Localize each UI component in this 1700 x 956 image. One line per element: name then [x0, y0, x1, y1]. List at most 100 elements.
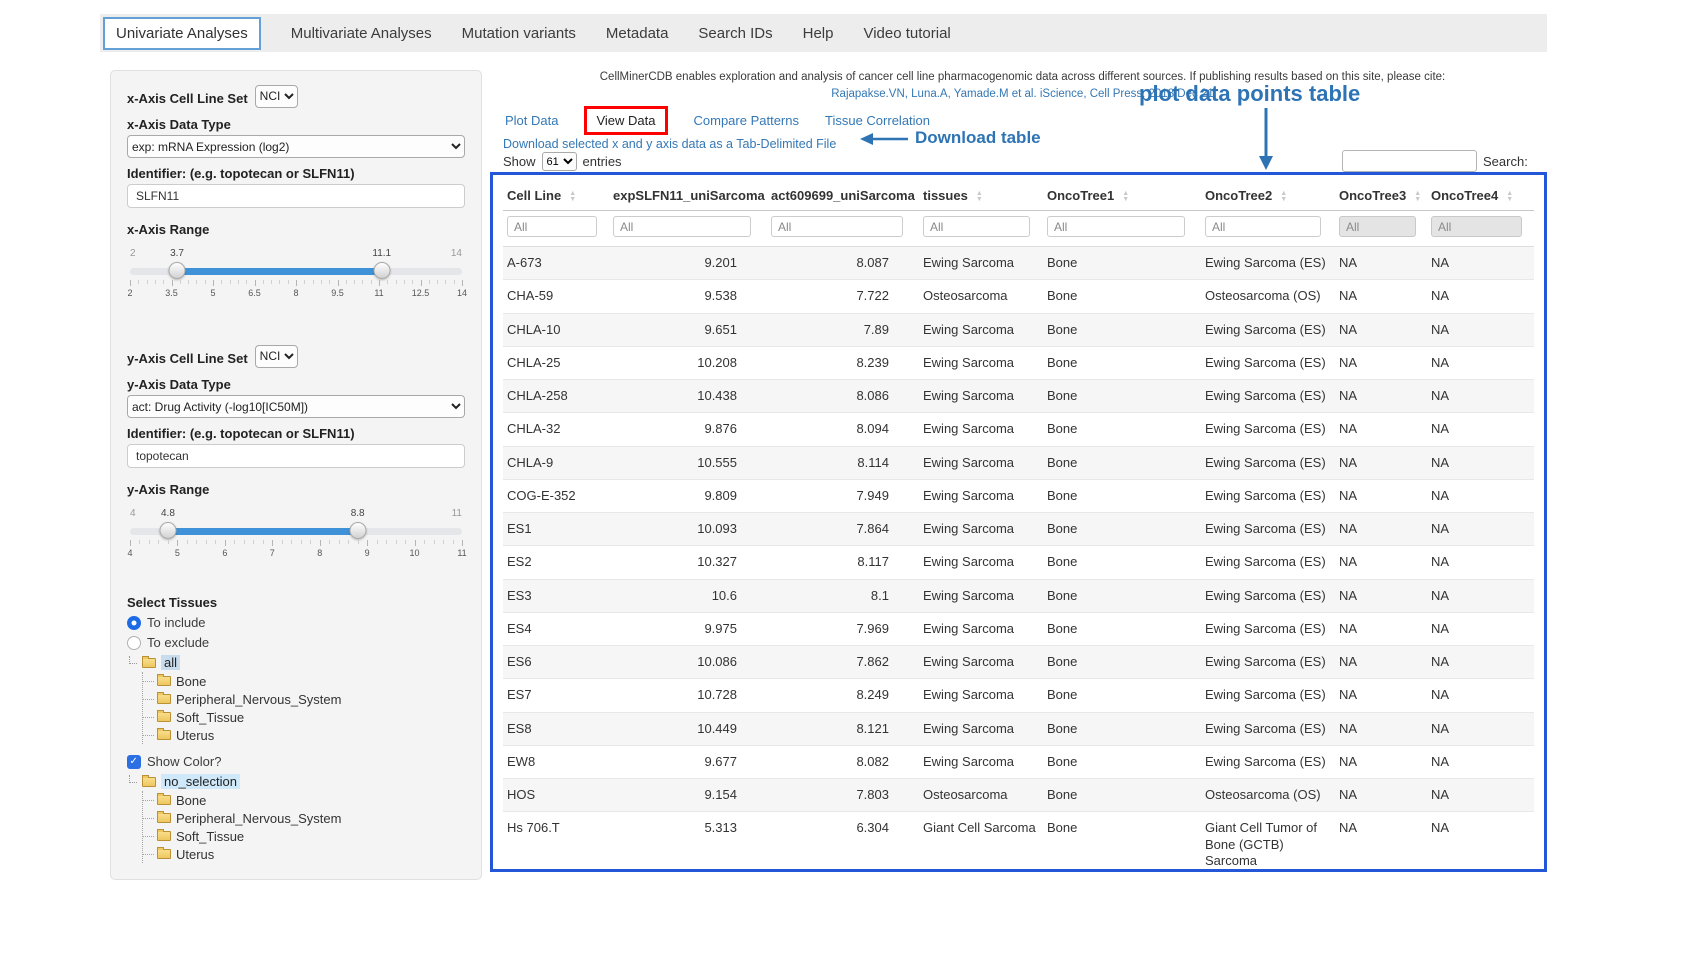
- slider-scale: 23.556.589.51112.514: [130, 280, 462, 304]
- nav-tab-help[interactable]: Help: [803, 25, 834, 42]
- table-cell: Bone: [1043, 380, 1201, 413]
- nav-tab-mutation-variants[interactable]: Mutation variants: [462, 25, 576, 42]
- tree-root-label: all: [161, 655, 180, 670]
- slider-handle-to[interactable]: [373, 262, 390, 279]
- tab-view-data[interactable]: View Data: [584, 106, 667, 135]
- table-cell: 8.1: [767, 579, 919, 612]
- table-cell: 7.803: [767, 779, 919, 812]
- tree-item-bone[interactable]: Bone: [143, 672, 465, 690]
- table-cell: NA: [1427, 346, 1534, 379]
- table-cell: 10.555: [609, 446, 767, 479]
- x-identifier-input[interactable]: [127, 184, 465, 208]
- column-header-label: OncoTree3: [1339, 188, 1406, 203]
- table-cell: Ewing Sarcoma (ES): [1201, 646, 1335, 679]
- nav-tab-video-tutorial[interactable]: Video tutorial: [863, 25, 950, 42]
- download-link[interactable]: Download selected x and y axis data as a…: [503, 137, 836, 151]
- tree-item-uterus[interactable]: Uterus: [143, 726, 465, 744]
- tissues-include-radio[interactable]: To include: [127, 615, 465, 630]
- tab-plot-data[interactable]: Plot Data: [505, 113, 558, 128]
- filter-input-cell-line[interactable]: [507, 216, 597, 237]
- filter-input-oncotree2[interactable]: [1205, 216, 1321, 237]
- nav-tab-metadata[interactable]: Metadata: [606, 25, 669, 42]
- tree-connector-icon: [129, 656, 137, 664]
- nav-tab-univariate-analyses[interactable]: Univariate Analyses: [103, 17, 261, 50]
- table-cell: Ewing Sarcoma (ES): [1201, 247, 1335, 280]
- tree-item-peripheral-nervous-system[interactable]: Peripheral_Nervous_System: [143, 809, 465, 827]
- slider-min-label: 4: [130, 508, 136, 519]
- table-cell: Osteosarcoma (OS): [1201, 280, 1335, 313]
- tree-connector-icon: [129, 775, 137, 783]
- y-data-type-select[interactable]: act: Drug Activity (-log10[IC50M]): [127, 395, 465, 418]
- column-header-label: Cell Line: [507, 188, 561, 203]
- filter-input-oncotree4[interactable]: [1431, 216, 1522, 237]
- column-header-expslfn11-unisarcoma[interactable]: expSLFN11_uniSarcoma▲▼: [609, 177, 767, 211]
- column-header-oncotree3[interactable]: OncoTree3 ▲▼: [1335, 177, 1427, 211]
- tree-item-bone[interactable]: Bone: [143, 791, 465, 809]
- sort-icon[interactable]: ▲▼: [1280, 191, 1287, 203]
- tree-item-uterus[interactable]: Uterus: [143, 845, 465, 863]
- table-cell: Bone: [1043, 812, 1201, 872]
- entries-select[interactable]: 61: [542, 152, 577, 171]
- column-header-oncotree4[interactable]: OncoTree4▲▼: [1427, 177, 1534, 211]
- table-cell: 9.651: [609, 313, 767, 346]
- tissues-exclude-radio[interactable]: To exclude: [127, 635, 465, 650]
- y-cell-line-set-select[interactable]: NCI: [255, 345, 298, 368]
- tab-compare-patterns[interactable]: Compare Patterns: [694, 113, 800, 128]
- table-cell: NA: [1427, 380, 1534, 413]
- table-cell: 7.969: [767, 612, 919, 645]
- search-input[interactable]: [1342, 150, 1477, 172]
- tree-item-soft-tissue[interactable]: Soft_Tissue: [143, 708, 465, 726]
- column-header-act609699-unisarcoma[interactable]: act609699_uniSarcoma▲▼: [767, 177, 919, 211]
- x-range-slider[interactable]: 2143.711.123.556.589.51112.514: [130, 263, 462, 309]
- table-cell: NA: [1427, 247, 1534, 280]
- slider-handle-from[interactable]: [159, 522, 176, 539]
- show-color-checkbox-row[interactable]: Show Color?: [127, 754, 465, 769]
- filter-input-act609699-unisarcoma[interactable]: [771, 216, 903, 237]
- table-cell: NA: [1335, 346, 1427, 379]
- slider-track[interactable]: [130, 528, 462, 535]
- sort-icon[interactable]: ▲▼: [569, 191, 576, 203]
- data-table: Cell Line ▲▼ expSLFN11_uniSarcoma▲▼act6096…: [503, 177, 1534, 872]
- tree-item-peripheral-nervous-system[interactable]: Peripheral_Nervous_System: [143, 690, 465, 708]
- column-header-oncotree1[interactable]: OncoTree1▲▼: [1043, 177, 1201, 211]
- x-cell-line-set-select[interactable]: NCI: [255, 85, 298, 108]
- filter-cell: [767, 211, 919, 247]
- filter-input-oncotree1[interactable]: [1047, 216, 1185, 237]
- slider-handle-from[interactable]: [169, 262, 186, 279]
- tree-root-no-selection[interactable]: no_selection: [129, 774, 465, 789]
- nav-tab-search-ids[interactable]: Search IDs: [698, 25, 772, 42]
- column-header-oncotree2[interactable]: OncoTree2▲▼: [1201, 177, 1335, 211]
- table-row: EW89.6778.082Ewing SarcomaBoneEwing Sarc…: [503, 745, 1534, 778]
- filter-input-tissues[interactable]: [923, 216, 1030, 237]
- filter-cell: [1335, 211, 1427, 247]
- tree-root-all[interactable]: all: [129, 655, 465, 670]
- nav-tab-multivariate-analyses[interactable]: Multivariate Analyses: [291, 25, 432, 42]
- table-cell: NA: [1335, 513, 1427, 546]
- sort-icon[interactable]: ▲▼: [1506, 191, 1513, 203]
- column-header-tissues[interactable]: tissues▲▼: [919, 177, 1043, 211]
- sort-icon[interactable]: ▲▼: [1122, 191, 1129, 203]
- table-cell: 7.89: [767, 313, 919, 346]
- table-cell: 10.728: [609, 679, 767, 712]
- y-range-label: y-Axis Range: [127, 482, 465, 497]
- table-cell: NA: [1335, 380, 1427, 413]
- table-cell: Ewing Sarcoma: [919, 579, 1043, 612]
- y-identifier-input[interactable]: [127, 444, 465, 468]
- annotation-download-table: Download table: [915, 128, 1041, 148]
- sort-icon[interactable]: ▲▼: [976, 191, 983, 203]
- filter-cell: [1427, 211, 1534, 247]
- tree-item-soft-tissue[interactable]: Soft_Tissue: [143, 827, 465, 845]
- citation-link[interactable]: Rajapakse.VN, Luna.A, Yamade.M et al. iS…: [500, 88, 1545, 100]
- radio-selected-icon: [127, 616, 141, 630]
- table-cell: Ewing Sarcoma (ES): [1201, 513, 1335, 546]
- slider-handle-to[interactable]: [349, 522, 366, 539]
- filter-input-oncotree3[interactable]: [1339, 216, 1416, 237]
- y-range-slider[interactable]: 4114.88.84567891011: [130, 523, 462, 569]
- table-cell: NA: [1335, 612, 1427, 645]
- column-header-cell-line[interactable]: Cell Line ▲▼: [503, 177, 609, 211]
- x-data-type-select[interactable]: exp: mRNA Expression (log2): [127, 135, 465, 158]
- filter-input-expslfn11-unisarcoma[interactable]: [613, 216, 751, 237]
- table-row: CHLA-109.6517.89Ewing SarcomaBoneEwing S…: [503, 313, 1534, 346]
- tab-tissue-correlation[interactable]: Tissue Correlation: [825, 113, 930, 128]
- sort-icon[interactable]: ▲▼: [1414, 191, 1421, 203]
